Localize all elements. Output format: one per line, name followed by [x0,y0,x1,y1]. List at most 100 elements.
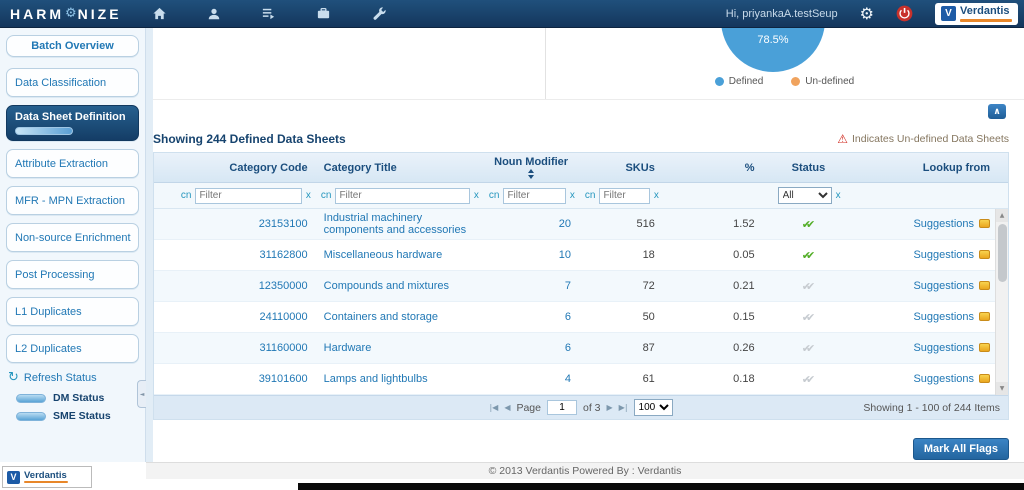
category-code-link[interactable]: 24110000 [260,311,308,323]
category-code-filter-input[interactable] [195,188,301,204]
percent-value: 1.52 [663,218,763,230]
category-title-link[interactable]: Industrial machinery components and acce… [324,212,476,236]
noun-modifier-link[interactable]: 20 [559,218,571,230]
data-sheets-table: Category Code Category Title Noun Modifi… [153,152,1009,420]
table-row: 24110000 Containers and storage 6 50 0.1… [154,302,1008,333]
status-check-icon: ✔✔ [802,280,815,293]
sidebar-item-mfr-mpn-extraction[interactable]: MFR - MPN Extraction [6,186,139,215]
first-page-icon[interactable]: |◀ [489,403,498,412]
sidebar-item-label: Post Processing [15,269,138,281]
column-header-noun-modifier[interactable]: Noun Modifier [483,156,579,179]
sidebar: Batch Overview Data Classification Data … [0,28,146,462]
noun-modifier-link[interactable]: 10 [559,249,571,261]
filter-operator[interactable]: cn [585,190,596,201]
clear-filter-icon[interactable]: x [570,190,575,201]
prev-page-icon[interactable]: ◀ [504,403,510,412]
page-number-input[interactable] [547,400,577,415]
user-icon[interactable] [207,7,221,21]
chart-panel: 78.5% Defined Un-defined [153,28,1024,100]
category-title-link[interactable]: Lamps and lightbulbs [324,373,428,385]
category-code-link[interactable]: 31160000 [260,342,308,354]
noun-modifier-link[interactable]: 7 [565,280,571,292]
page-size-select[interactable]: 100 [634,399,673,416]
category-title-link[interactable]: Containers and storage [324,311,438,323]
dm-status-label: DM Status [53,392,104,404]
suggestions-link[interactable]: Suggestions [913,218,990,230]
sidebar-item-data-sheet-definition[interactable]: Data Sheet Definition [6,105,139,141]
clear-filter-icon[interactable]: x [474,190,479,201]
skus-filter-input[interactable] [599,188,649,204]
sidebar-item-l2-duplicates[interactable]: L2 Duplicates [6,334,139,363]
noun-modifier-link[interactable]: 6 [565,311,571,323]
filter-operator[interactable]: cn [321,190,332,201]
batch-overview-link[interactable]: Batch Overview [6,35,139,57]
refresh-status-button[interactable]: ↻ Refresh Status [8,371,145,384]
status-filter-select[interactable]: All [778,187,832,204]
suggestions-link[interactable]: Suggestions [913,311,990,323]
category-title-link[interactable]: Hardware [324,342,372,354]
table-scrollbar[interactable]: ▲ ▼ [995,209,1008,395]
export-list-icon[interactable] [261,6,276,21]
sidebar-item-l1-duplicates[interactable]: L1 Duplicates [6,297,139,326]
last-page-icon[interactable]: ▶| [619,403,628,412]
scroll-up-icon[interactable]: ▲ [996,209,1008,222]
category-code-link[interactable]: 23153100 [259,218,308,230]
table-row: 31160000 Hardware 6 87 0.26 ✔✔ Suggestio… [154,333,1008,364]
column-header-skus[interactable]: SKUs [579,162,663,174]
column-header-lookup-from[interactable]: Lookup from [854,162,1008,174]
category-title-link[interactable]: Miscellaneous hardware [324,249,443,261]
next-page-icon[interactable]: ▶ [607,403,613,412]
defined-dot-icon [715,77,724,86]
noun-modifier-filter: cn x [484,188,580,204]
category-code-link[interactable]: 12350000 [259,280,308,292]
settings-gear-icon[interactable]: ⚙ [860,6,874,22]
skus-value: 18 [579,249,663,261]
sme-status-pill [16,412,46,421]
collapse-chart-button[interactable]: ∧ [988,104,1006,119]
clear-filter-icon[interactable]: x [654,190,659,201]
top-right-area: Hi, priyankaA.testSeup ⚙ V Verdantis [726,3,1018,25]
filter-operator[interactable]: cn [181,190,192,201]
logout-power-icon[interactable] [896,5,913,22]
panel-divider [545,28,546,99]
suggestions-link[interactable]: Suggestions [913,373,990,385]
noun-modifier-link[interactable]: 6 [565,342,571,354]
sidebar-collapse-handle[interactable]: ◄ [137,380,146,408]
suggestions-icon [979,312,990,321]
skus-value: 72 [579,280,663,292]
sidebar-item-non-source-enrichment[interactable]: Non-source Enrichment [6,223,139,252]
scroll-down-icon[interactable]: ▼ [996,382,1008,395]
sme-status-row: SME Status [16,410,145,422]
column-header-category-code[interactable]: Category Code [176,162,316,174]
category-title-filter-input[interactable] [335,188,469,204]
clear-filter-icon[interactable]: x [836,190,841,201]
sidebar-item-data-classification[interactable]: Data Classification [6,68,139,97]
category-code-link[interactable]: 31162800 [260,249,308,261]
suggestions-link[interactable]: Suggestions [913,249,990,261]
logo-text-right: NIZE [78,6,122,22]
sidebar-item-attribute-extraction[interactable]: Attribute Extraction [6,149,139,178]
noun-modifier-link[interactable]: 4 [565,373,571,385]
briefcase-icon[interactable] [316,6,331,21]
column-header-percent[interactable]: % [663,162,763,174]
home-icon[interactable] [152,6,167,21]
skus-value: 87 [579,342,663,354]
column-header-category-title[interactable]: Category Title [316,162,484,174]
sidebar-item-post-processing[interactable]: Post Processing [6,260,139,289]
suggestions-link[interactable]: Suggestions [913,342,990,354]
noun-modifier-filter-input[interactable] [503,188,565,204]
column-header-status[interactable]: Status [763,162,855,174]
verdantis-v-icon: V [941,6,956,21]
category-code-link[interactable]: 39101600 [259,373,308,385]
clear-filter-icon[interactable]: x [306,190,311,201]
scrollbar-thumb[interactable] [998,224,1007,282]
category-title-link[interactable]: Compounds and mixtures [324,280,449,292]
sort-icon[interactable] [528,169,534,179]
legend-label: Defined [729,76,763,87]
suggestions-link[interactable]: Suggestions [913,280,990,292]
sidebar-item-label: Non-source Enrichment [15,232,138,244]
status-check-icon: ✔✔ [802,311,815,324]
mark-all-flags-button[interactable]: Mark All Flags [913,438,1009,460]
tools-icon[interactable] [371,6,386,21]
filter-operator[interactable]: cn [489,190,500,201]
